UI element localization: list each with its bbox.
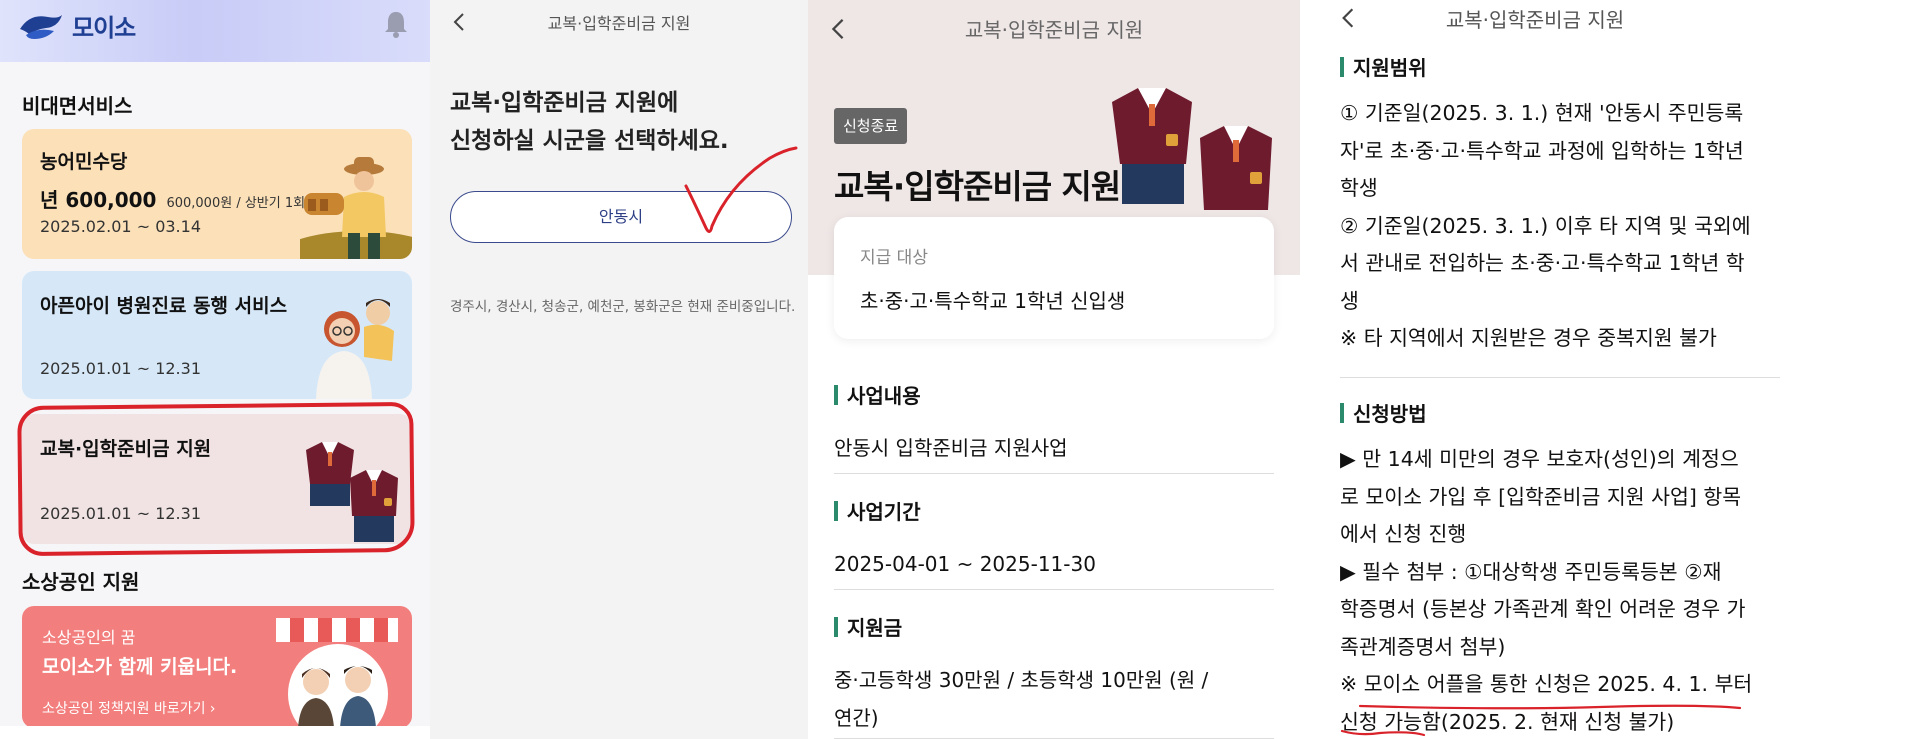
scope-line: 생 bbox=[1340, 288, 1359, 313]
detail-more-screen: 교복·입학준비금 지원 지원범위 ① 기준일(2025. 3. 1.) 현재 '… bbox=[1300, 0, 1914, 739]
section-business-period: 사업기간 2025-04-01 ~ 2025-11-30 bbox=[834, 496, 1274, 583]
section-business-content: 사업내용 안동시 입학준비금 지원사업 bbox=[834, 380, 1274, 467]
small-business-banner[interactable]: 소상공인의 꿈 모이소가 함께 키웁니다. 소상공인 정책지원 바로가기 › bbox=[22, 606, 412, 728]
service-card-sick-child[interactable]: 아픈아이 병원진료 동행 서비스 2025.01.01 ~ 12.31 bbox=[22, 271, 412, 399]
card-date: 2025.01.01 ~ 12.31 bbox=[40, 359, 201, 378]
logo-text: 모이소 bbox=[72, 14, 136, 42]
region-select-screen: 교복·입학준비금 지원 교복·입학준비금 지원에 신청하실 시군을 선택하세요.… bbox=[430, 0, 808, 739]
detail-screen: 교복·입학준비금 지원 신청종료 교복·입학준비금 지원 지급 대상 초·중·고… bbox=[808, 0, 1300, 739]
section-heading: 지원금 bbox=[847, 616, 903, 640]
section-body: 2025-04-01 ~ 2025-11-30 bbox=[834, 552, 1096, 576]
section-application-method: 신청방법 ▶ 만 14세 미만의 경우 보호자(성인)의 계정으 로 모이소 가… bbox=[1340, 398, 1780, 739]
section-body: 안동시 입학준비금 지원사업 bbox=[834, 436, 1068, 460]
shop-owners-illustration-icon bbox=[276, 618, 398, 728]
method-line: ▶ 만 14세 미만의 경우 보호자(성인)의 계정으 bbox=[1340, 447, 1739, 471]
method-line: ▶ 필수 첨부 : ①대상학생 주민등록등본 ②재 bbox=[1340, 559, 1722, 584]
section-bar bbox=[834, 500, 838, 521]
card-title: 아픈아이 병원진료 동행 서비스 bbox=[40, 295, 288, 317]
highlight-annotation bbox=[17, 401, 415, 557]
scope-line: ① 기준일(2025. 3. 1.) 현재 '안동시 주민등록 bbox=[1340, 101, 1744, 125]
method-line: 족관계증명서 첨부) bbox=[1340, 634, 1506, 659]
body-line: 중·고등학생 30만원 / 초등학생 10만원 (원 / bbox=[834, 668, 1209, 692]
scope-line: ※ 타 지역에서 지원받은 경우 중복지원 불가 bbox=[1340, 326, 1717, 350]
card-title: 농어민수당 bbox=[40, 151, 128, 173]
page-title: 교복·입학준비금 지원 bbox=[1445, 8, 1625, 32]
banner-link[interactable]: 소상공인 정책지원 바로가기 › bbox=[42, 698, 216, 718]
divider bbox=[834, 473, 1274, 474]
method-line: 로 모이소 가입 후 [입학준비금 지원 사업] 항목 bbox=[1340, 484, 1742, 509]
section-bar bbox=[1340, 56, 1344, 77]
section-heading: 지원범위 bbox=[1353, 56, 1427, 80]
parent-child-illustration-icon bbox=[316, 299, 394, 399]
method-line: 에서 신청 진행 bbox=[1340, 522, 1467, 546]
scope-line: 학생 bbox=[1340, 176, 1378, 200]
section-bar bbox=[834, 616, 838, 637]
school-uniform-hero-icon bbox=[1112, 88, 1272, 210]
app-logo[interactable]: 모이소 bbox=[18, 8, 136, 43]
farmer-illustration-icon bbox=[300, 157, 412, 259]
section-heading: 사업내용 bbox=[847, 384, 921, 408]
divider bbox=[1340, 377, 1780, 378]
scope-line: 자'로 초·중·고·특수학교 과정에 입학하는 1학년 bbox=[1340, 138, 1744, 163]
section-support-scope: 지원범위 ① 기준일(2025. 3. 1.) 현재 '안동시 주민등록 자'로… bbox=[1340, 52, 1780, 358]
method-body: ▶ 만 14세 미만의 경우 보호자(성인)의 계정으 로 모이소 가입 후 [… bbox=[1340, 441, 1780, 739]
section-bar bbox=[1340, 402, 1344, 423]
amount-main: 년 600,000 bbox=[40, 188, 157, 212]
section-heading: 신청방법 bbox=[1353, 402, 1427, 426]
section-body: 중·고등학생 30만원 / 초등학생 10만원 (원 / 연간) bbox=[834, 661, 1274, 737]
home-screen: 모이소 비대면서비스 농어민수당 년 600,000 600,000원 / 상반… bbox=[0, 0, 430, 739]
banner-subtitle: 소상공인의 꿈 bbox=[42, 628, 136, 647]
card-date: 2025.02.01 ~ 03.14 bbox=[40, 217, 201, 236]
target-card: 지급 대상 초·중·고·특수학교 1학년 신입생 bbox=[834, 217, 1274, 339]
banner-title: 모이소가 함께 키웁니다. bbox=[42, 656, 238, 678]
section-title-small-business: 소상공인 지원 bbox=[22, 570, 140, 594]
status-badge: 신청종료 bbox=[834, 108, 908, 144]
scope-line: ② 기준일(2025. 3. 1.) 이후 타 지역 및 국외에 bbox=[1340, 213, 1751, 238]
hero-title: 교복·입학준비금 지원 bbox=[834, 167, 1121, 206]
card-amount: 년 600,000 600,000원 / 상반기 1회 bbox=[40, 184, 305, 213]
section-heading: 사업기간 bbox=[847, 500, 921, 524]
method-line: 신청 가능함(2025. 2. 현재 신청 불가) bbox=[1340, 709, 1675, 734]
service-card-farmer-allowance[interactable]: 농어민수당 년 600,000 600,000원 / 상반기 1회 2025.0… bbox=[22, 129, 412, 259]
page-title: 교복·입학준비금 지원 bbox=[964, 18, 1144, 42]
method-line: ※ 모이소 어플을 통한 신청은 2025. 4. 1. 부터 bbox=[1340, 672, 1753, 696]
section-support-amount: 지원금 중·고등학생 30만원 / 초등학생 10만원 (원 / 연간) bbox=[834, 612, 1274, 737]
bottom-edge bbox=[0, 726, 430, 739]
divider bbox=[834, 589, 1274, 590]
section-bar bbox=[834, 384, 838, 405]
moiso-logo-icon bbox=[20, 14, 62, 39]
question-line-1: 교복·입학준비금 지원에 bbox=[450, 90, 679, 116]
red-check-annotation-icon bbox=[684, 146, 798, 233]
target-label: 지급 대상 bbox=[860, 248, 928, 268]
availability-note: 경주시, 경산시, 청송군, 예천군, 봉화군은 현재 준비중입니다. bbox=[450, 299, 796, 315]
scope-line: 서 관내로 전입하는 초·중·고·특수학교 1학년 학 bbox=[1340, 251, 1745, 275]
body-line: 연간) bbox=[834, 706, 879, 730]
page-title: 교복·입학준비금 지원 bbox=[547, 14, 691, 33]
section-title-contactless: 비대면서비스 bbox=[22, 94, 133, 118]
scope-body: ① 기준일(2025. 3. 1.) 현재 '안동시 주민등록 자'로 초·중·… bbox=[1340, 95, 1780, 358]
app-header: 모이소 bbox=[0, 0, 430, 62]
target-value: 초·중·고·특수학교 1학년 신입생 bbox=[860, 289, 1126, 313]
bell-icon[interactable] bbox=[383, 10, 409, 38]
method-line: 학증명서 (등본상 가족관계 확인 어려운 경우 가 bbox=[1340, 597, 1746, 621]
amount-note: 600,000원 / 상반기 1회 bbox=[166, 196, 306, 211]
